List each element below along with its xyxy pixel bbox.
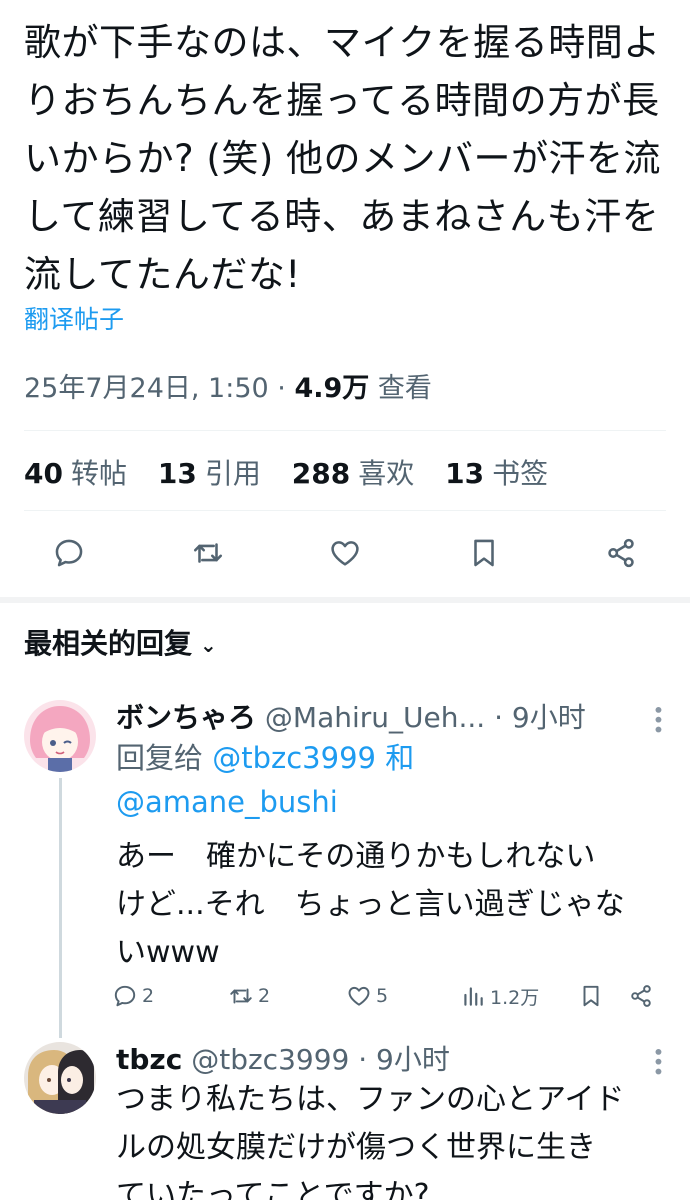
post-timestamp[interactable]: 25年7月24日, 1:50 bbox=[24, 373, 269, 404]
post-text: 歌が下手なのは、マイクを握る時間よ りおちんちんを握ってる時間の方が長 いからか… bbox=[24, 14, 674, 304]
reply-icon bbox=[114, 985, 136, 1007]
reply-sort-label: 最相关的回复 bbox=[24, 627, 193, 660]
post-text-line: 流してたんだな! bbox=[24, 253, 301, 296]
section-separator bbox=[0, 597, 690, 603]
reply-time[interactable]: · 9小时 bbox=[358, 1043, 450, 1076]
views-count: 4.9万 bbox=[294, 373, 370, 404]
share-icon bbox=[631, 985, 651, 1007]
thread-connector bbox=[59, 778, 62, 1038]
like-count: 5 bbox=[376, 985, 389, 1007]
reply-text-line: あー 確かにその通りかもしれない bbox=[116, 839, 596, 874]
post-stats: 40 转帖 13 引用 288 喜欢 13 书签 bbox=[24, 452, 570, 492]
repost-button[interactable] bbox=[185, 530, 231, 576]
repost-icon bbox=[193, 543, 223, 563]
bookmark-button[interactable] bbox=[461, 530, 507, 576]
like-button[interactable] bbox=[322, 530, 368, 576]
reply-text-line: ていたってことですか? bbox=[116, 1178, 430, 1200]
share-icon bbox=[608, 538, 634, 568]
post-text-line: りおちんちんを握ってる時間の方が長 bbox=[24, 79, 660, 122]
post-meta: 25年7月24日, 1:50 · 4.9万 查看 bbox=[24, 373, 432, 404]
reply-like-button[interactable]: 5 bbox=[346, 978, 388, 1014]
analytics-icon bbox=[464, 987, 483, 1006]
more-options-icon[interactable]: ••• bbox=[646, 1046, 670, 1075]
reply-icon bbox=[55, 539, 83, 567]
replying-to-label: 回复给 bbox=[116, 741, 204, 775]
reply-text: つまり私たちは、ファンの心とアイド ルの処女膜だけが傷つく世界に生き ていたって… bbox=[116, 1076, 666, 1200]
mention-link[interactable]: @tbzc3999 bbox=[212, 741, 376, 775]
reply-author-name[interactable]: tbzc bbox=[116, 1043, 182, 1076]
bookmark-icon bbox=[583, 985, 599, 1007]
reply-sort-dropdown[interactable]: 最相关的回复 ⌄ bbox=[24, 622, 217, 662]
post-text-line: 歌が下手なのは、マイクを握る時間よ bbox=[24, 21, 661, 64]
divider bbox=[24, 430, 666, 431]
translate-post-link[interactable]: 翻译帖子 bbox=[24, 300, 124, 336]
mention-link[interactable]: @amane_bushi bbox=[116, 785, 338, 819]
reply-text-line: いwww bbox=[116, 935, 220, 970]
reply-time[interactable]: · 9小时 bbox=[494, 701, 586, 734]
reply-text-line: つまり私たちは、ファンの心とアイド bbox=[116, 1082, 625, 1117]
reply-views-button[interactable]: 1.2万 bbox=[460, 978, 539, 1014]
stat-likes[interactable]: 288 喜欢 bbox=[292, 457, 414, 490]
stat-quotes[interactable]: 13 引用 bbox=[158, 457, 261, 490]
reply-share-button[interactable] bbox=[628, 978, 658, 1014]
stat-bookmarks[interactable]: 13 书签 bbox=[445, 457, 548, 490]
avatar[interactable] bbox=[24, 1042, 96, 1114]
share-button[interactable] bbox=[598, 530, 644, 576]
post-text-line: して練習してる時、あまねさんも汗を bbox=[24, 195, 660, 238]
reply-author-name[interactable]: ボンちゃろ bbox=[116, 701, 256, 734]
reply-author-handle[interactable]: @Mahiru_Ueh... bbox=[265, 701, 485, 734]
reply-bookmark-button[interactable] bbox=[578, 978, 608, 1014]
like-icon bbox=[348, 986, 370, 1006]
repost-count: 2 bbox=[258, 985, 271, 1007]
post-action-bar bbox=[0, 530, 690, 580]
replying-to-and: 和 bbox=[385, 741, 415, 775]
stat-reposts[interactable]: 40 转帖 bbox=[24, 457, 127, 490]
divider bbox=[24, 510, 666, 511]
like-icon bbox=[331, 541, 359, 566]
more-options-icon[interactable]: ••• bbox=[646, 704, 670, 733]
reply-text: あー 確かにその通りかもしれない けど...それ ちょっと言い過ぎじゃな いww… bbox=[116, 833, 666, 977]
reply-button[interactable] bbox=[46, 530, 92, 576]
replying-to: 回复给 @tbzc3999 和 @amane_bushi bbox=[116, 736, 414, 824]
reply-header: tbzc @tbzc3999 · 9小时 bbox=[116, 1038, 450, 1078]
reply-header: ボンちゃろ @Mahiru_Ueh... · 9小时 bbox=[116, 696, 586, 736]
bookmark-icon bbox=[474, 539, 494, 567]
reply-text-line: ルの処女膜だけが傷つく世界に生き bbox=[116, 1130, 596, 1165]
avatar[interactable] bbox=[24, 700, 96, 772]
post-text-line: いからか? (笑) 他のメンバーが汗を流 bbox=[24, 137, 662, 180]
reply-count: 2 bbox=[142, 985, 155, 1007]
reply-text-line: けど...それ ちょっと言い過ぎじゃな bbox=[116, 887, 625, 922]
repost-icon bbox=[230, 988, 252, 1004]
views-label: 查看 bbox=[377, 373, 432, 404]
reply-author-handle[interactable]: @tbzc3999 bbox=[191, 1043, 349, 1076]
chevron-down-icon: ⌄ bbox=[200, 633, 217, 657]
reply-repost-button[interactable]: 2 bbox=[228, 978, 270, 1014]
reply-reply-button[interactable]: 2 bbox=[112, 978, 154, 1014]
views-count: 1.2万 bbox=[490, 986, 540, 1009]
reply-action-bar: 2 2 5 1.2万 bbox=[112, 978, 672, 1014]
